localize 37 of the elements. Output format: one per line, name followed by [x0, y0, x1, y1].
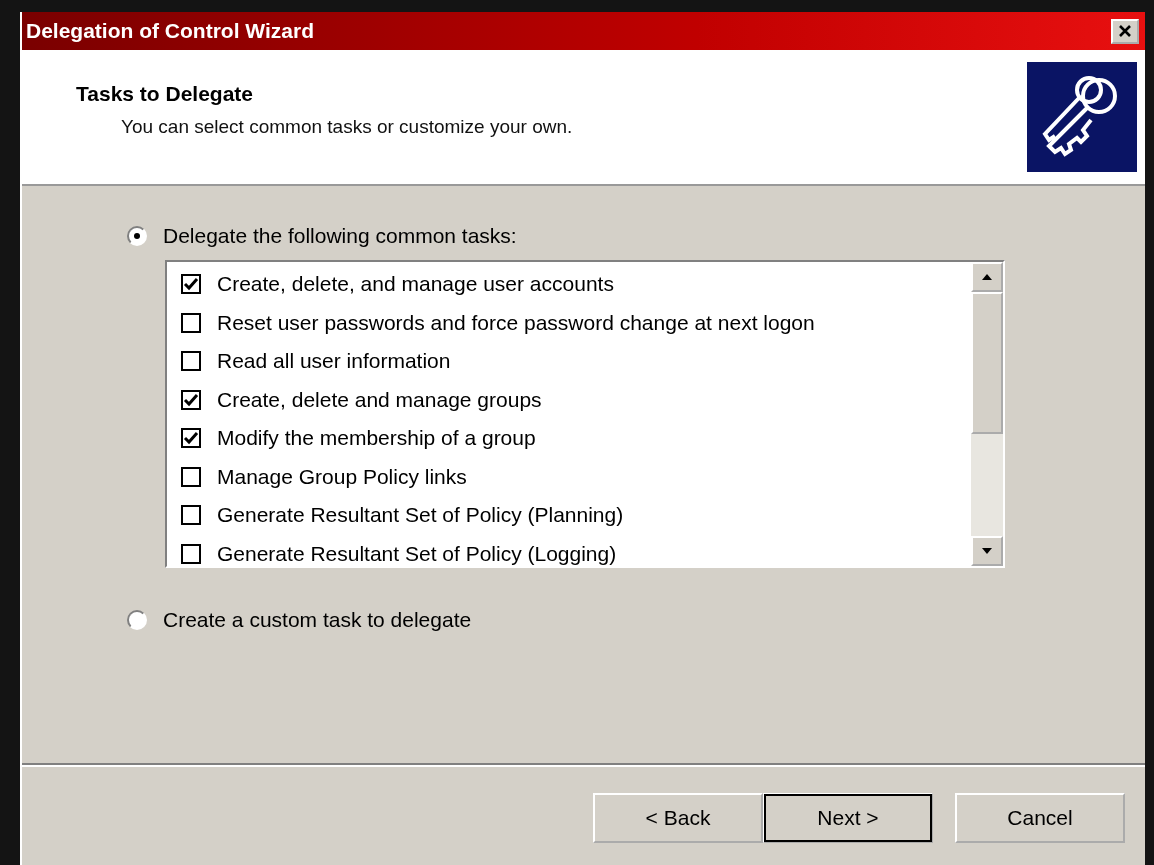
- checkbox[interactable]: [181, 389, 201, 410]
- checkbox[interactable]: [181, 351, 201, 372]
- radio-label: Create a custom task to delegate: [163, 608, 472, 632]
- page-subtitle: You can select common tasks or customize your own.: [121, 116, 573, 138]
- down-arrow-icon: [981, 547, 993, 555]
- page-heading: Tasks to Delegate: [76, 82, 254, 106]
- checkbox[interactable]: [181, 543, 201, 564]
- radio-button[interactable]: [127, 610, 147, 630]
- close-icon: [1117, 23, 1133, 39]
- radio-option[interactable]: Delegate the following common tasks:: [127, 224, 1145, 248]
- checkbox[interactable]: [181, 466, 201, 487]
- window-title: Delegation of Control Wizard: [26, 19, 314, 43]
- task-label: Create, delete, and manage user accounts: [217, 272, 614, 297]
- task-label: Read all user information: [217, 349, 451, 374]
- checkbox[interactable]: [181, 505, 201, 526]
- task-label: Reset user passwords and force password change at next logon: [217, 310, 815, 335]
- checkbox[interactable]: [181, 428, 201, 449]
- up-arrow-icon: [981, 273, 993, 281]
- checkbox[interactable]: [181, 312, 201, 333]
- wizard-button[interactable]: < Back: [593, 793, 763, 843]
- scroll-thumb[interactable]: [971, 292, 1003, 434]
- radio-button[interactable]: [127, 226, 147, 246]
- scroll-down-button[interactable]: [971, 536, 1003, 566]
- task-label: Modify the membership of a group: [217, 426, 536, 451]
- task-label: Create, delete and manage groups: [217, 387, 542, 412]
- scroll-up-button[interactable]: [971, 262, 1003, 292]
- wizard-button[interactable]: Next >: [763, 793, 933, 843]
- task-label: Generate Resultant Set of Policy (Planning): [217, 503, 624, 528]
- task-label: Manage Group Policy links: [217, 464, 467, 489]
- radio-label: Delegate the following common tasks:: [163, 224, 517, 248]
- checkbox[interactable]: [181, 274, 201, 295]
- close-button[interactable]: [1111, 18, 1139, 44]
- keys-icon: [1027, 62, 1137, 172]
- wizard-button[interactable]: Cancel: [955, 793, 1125, 843]
- radio-option[interactable]: Create a custom task to delegate: [127, 608, 1145, 632]
- task-label: Generate Resultant Set of Policy (Logging): [217, 541, 617, 566]
- scrollbar[interactable]: [971, 262, 1003, 566]
